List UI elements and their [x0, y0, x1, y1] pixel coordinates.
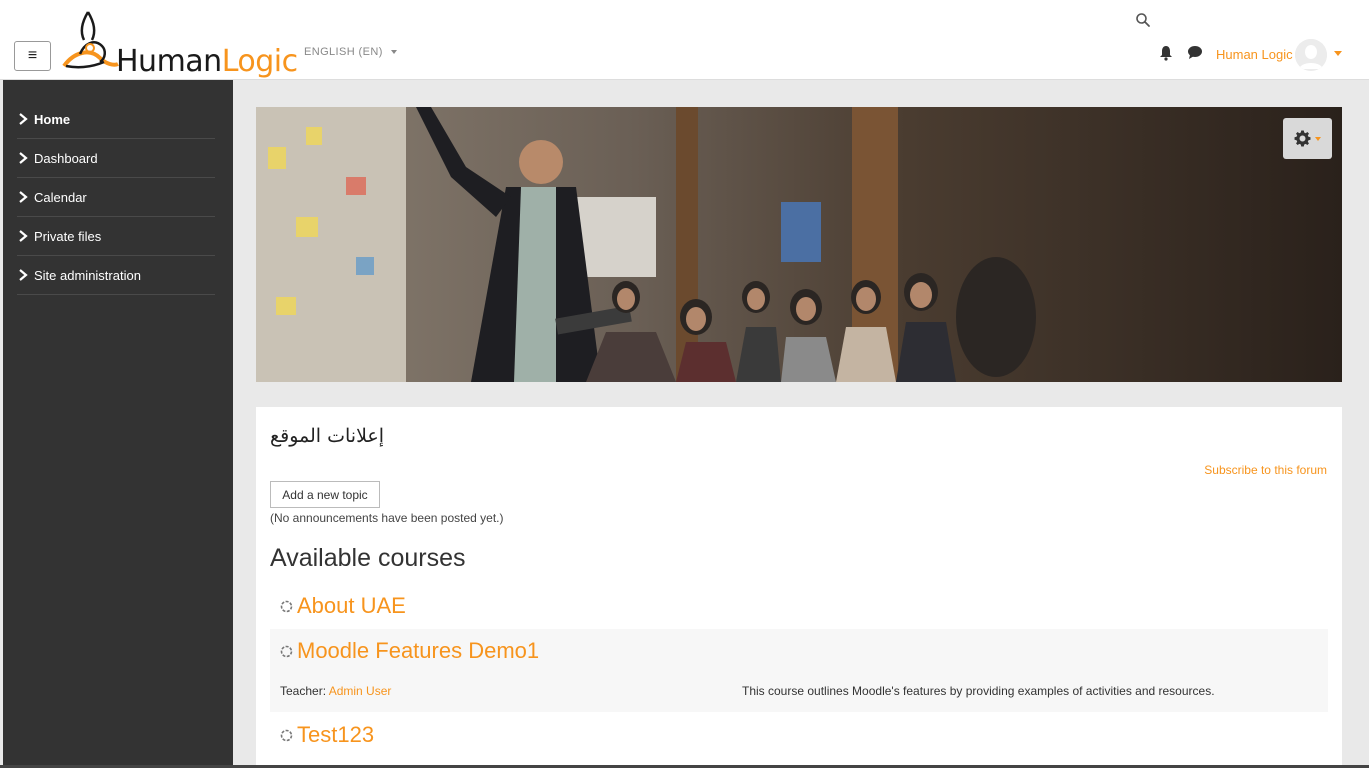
- menu-toggle-button[interactable]: ≡: [14, 41, 51, 71]
- gear-icon: [1294, 130, 1311, 147]
- logo-mark-icon: [62, 11, 119, 69]
- add-new-topic-button[interactable]: Add a new topic: [270, 481, 380, 508]
- course-link[interactable]: About UAE: [280, 593, 406, 619]
- user-menu-name[interactable]: Human Logic: [1216, 47, 1293, 62]
- sidebar-item-label: Private files: [34, 228, 102, 244]
- no-announcements-text: (No announcements have been posted yet.): [270, 511, 504, 525]
- sidebar-item-site-administration[interactable]: Site administration: [17, 256, 215, 295]
- course-item: About UAE: [270, 584, 1328, 629]
- bell-icon[interactable]: [1159, 45, 1173, 61]
- top-navbar: ≡ HumanLogic ENGLISH (EN) Human Logic: [0, 0, 1369, 80]
- chevron-down-icon: [391, 50, 398, 55]
- forum-title: إعلانات الموقع: [270, 425, 385, 447]
- logo-text-human: Human: [116, 44, 222, 79]
- course-summary: This course outlines Moodle's features b…: [742, 684, 1215, 698]
- course-name: Test123: [297, 722, 375, 747]
- site-logo[interactable]: HumanLogic: [60, 8, 298, 79]
- avatar[interactable]: [1295, 39, 1327, 71]
- hero-banner-image: [256, 107, 1342, 382]
- course-teacher: Teacher: Admin User: [280, 684, 391, 698]
- chevron-right-icon: [19, 191, 28, 203]
- chevron-down-icon: [1315, 136, 1321, 141]
- banner-photo: [256, 107, 1342, 382]
- course-icon: [280, 600, 293, 612]
- language-label: ENGLISH (EN): [304, 46, 383, 58]
- teacher-label: Teacher:: [280, 684, 329, 698]
- sidebar-item-label: Dashboard: [34, 150, 98, 166]
- chevron-right-icon: [19, 113, 28, 125]
- chevron-right-icon: [19, 269, 28, 281]
- sidebar-item-label: Site administration: [34, 267, 141, 283]
- nav-drawer: Home Dashboard Calendar Private files Si…: [3, 80, 233, 768]
- course-item: Moodle Features Demo1 Teacher: Admin Use…: [270, 629, 1328, 712]
- language-menu[interactable]: ENGLISH (EN): [304, 46, 398, 58]
- default-user-icon: [1295, 39, 1327, 71]
- chevron-right-icon: [19, 230, 28, 242]
- chat-icon[interactable]: [1187, 45, 1203, 60]
- settings-menu-button[interactable]: [1283, 118, 1332, 159]
- course-icon: [280, 645, 293, 657]
- course-item: Test123: [270, 712, 1328, 768]
- sidebar-item-home[interactable]: Home: [17, 100, 215, 139]
- teacher-link[interactable]: Admin User: [329, 684, 392, 698]
- main-content: إعلانات الموقع Subscribe to this forum A…: [256, 407, 1342, 768]
- menu-icon: ≡: [27, 47, 38, 64]
- sidebar-item-private-files[interactable]: Private files: [17, 217, 215, 256]
- logo-text-logic: Logic: [221, 44, 298, 79]
- course-icon: [280, 729, 293, 741]
- logo-wordmark: HumanLogic: [116, 44, 298, 79]
- course-name: Moodle Features Demo1: [297, 638, 540, 663]
- user-menu-caret-icon[interactable]: [1334, 51, 1342, 56]
- sidebar-item-label: Calendar: [34, 189, 87, 205]
- sidebar-item-dashboard[interactable]: Dashboard: [17, 139, 215, 178]
- sidebar-item-calendar[interactable]: Calendar: [17, 178, 215, 217]
- course-link[interactable]: Moodle Features Demo1: [280, 638, 539, 664]
- sidebar-item-label: Home: [34, 111, 71, 127]
- search-icon[interactable]: [1135, 12, 1151, 28]
- course-link[interactable]: Test123: [280, 722, 374, 748]
- available-courses-heading: Available courses: [270, 544, 466, 572]
- chevron-right-icon: [19, 152, 28, 164]
- subscribe-forum-link[interactable]: Subscribe to this forum: [1204, 463, 1327, 477]
- course-name: About UAE: [297, 593, 406, 618]
